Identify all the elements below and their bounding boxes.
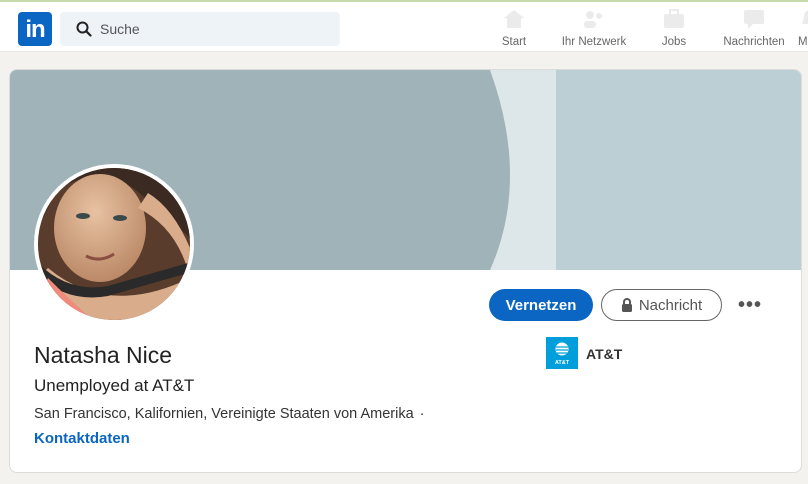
nav-item-start[interactable]: Start <box>494 8 534 52</box>
more-actions-button[interactable]: ••• <box>734 290 766 320</box>
nav-item-more[interactable]: M <box>798 8 808 52</box>
connect-button[interactable]: Vernetzen <box>489 289 593 321</box>
search-bar[interactable]: Suche <box>60 12 340 46</box>
search-icon <box>76 21 92 37</box>
nav-item-messaging[interactable]: Nachrichten <box>718 8 790 52</box>
contact-info-link[interactable]: Kontaktdaten <box>34 430 130 447</box>
profile-headline: Unemployed at AT&T <box>34 376 195 395</box>
messaging-icon <box>744 10 764 29</box>
search-input[interactable]: Suche <box>100 21 140 37</box>
profile-name: Natasha Nice <box>34 342 173 368</box>
nav-item-network[interactable]: Ihr Netzwerk <box>556 8 632 52</box>
profile-photo <box>38 168 190 320</box>
message-button[interactable]: Nachricht <box>601 289 722 321</box>
nav-label: Ihr Netzwerk <box>561 36 627 48</box>
company-name[interactable]: AT&T <box>586 346 622 362</box>
profile-avatar[interactable] <box>34 164 194 324</box>
nav-label: Start <box>501 36 527 48</box>
home-icon <box>504 10 524 28</box>
nav-label: Jobs <box>661 36 687 48</box>
company-logo[interactable]: AT&T <box>546 337 578 369</box>
linkedin-logo[interactable]: in <box>18 12 52 46</box>
location-text: San Francisco, Kalifornien, Vereinigte S… <box>34 406 414 422</box>
profile-card: Vernetzen Nachricht ••• AT&T AT&T Natash… <box>9 69 802 473</box>
location-separator: · <box>419 406 425 422</box>
top-nav: in Suche Start Ihr Netzwerk Jobs Nachric… <box>0 0 808 52</box>
message-button-label: Nachricht <box>638 296 703 314</box>
briefcase-icon <box>664 9 684 28</box>
lock-icon <box>621 297 632 312</box>
notifications-icon <box>802 10 808 24</box>
network-icon <box>584 11 602 28</box>
nav-label: M <box>798 36 808 48</box>
company-logo-text: AT&T <box>555 360 570 366</box>
nav-label: Nachrichten <box>723 36 785 48</box>
nav-item-jobs[interactable]: Jobs <box>656 8 692 52</box>
profile-location: San Francisco, Kalifornien, Vereinigte S… <box>34 406 424 422</box>
